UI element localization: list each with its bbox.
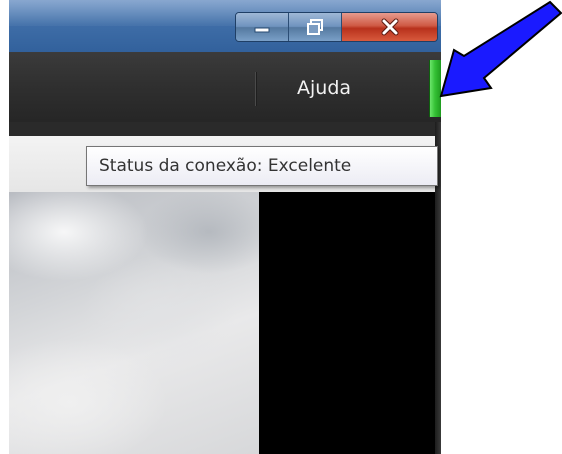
close-button[interactable] (342, 13, 437, 41)
close-icon (381, 18, 398, 36)
dark-panel (259, 192, 435, 454)
minimize-icon (254, 27, 270, 33)
menu-bottom-strip (9, 122, 441, 136)
minimize-button[interactable] (236, 13, 289, 41)
menu-separator (255, 72, 256, 106)
app-window: Ajuda Status da conexão: Excelente (9, 0, 441, 454)
arrow-icon (439, 0, 562, 98)
restore-icon (307, 19, 323, 35)
menu-item-help[interactable]: Ajuda (297, 74, 351, 102)
title-bar (9, 0, 441, 52)
video-preview (9, 192, 259, 454)
connection-status-tooltip: Status da conexão: Excelente (86, 146, 438, 186)
caption-buttons (235, 12, 438, 42)
menu-bar: Ajuda (9, 52, 441, 123)
maximize-button[interactable] (289, 13, 342, 41)
screenshot: Ajuda Status da conexão: Excelente (0, 0, 562, 454)
